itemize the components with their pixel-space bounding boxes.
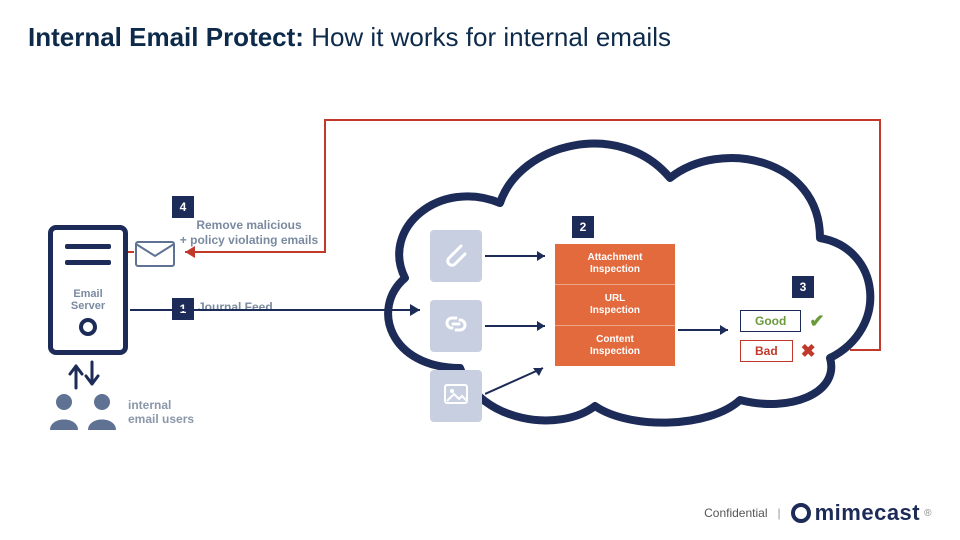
step-badge-2: 2 bbox=[572, 216, 594, 238]
envelope-icon bbox=[134, 238, 176, 273]
server-box: Email Server bbox=[48, 225, 128, 355]
content-inspection: Content Inspection bbox=[555, 326, 675, 366]
email-server: Email Server bbox=[48, 225, 128, 355]
image-icon bbox=[442, 380, 470, 413]
mimecast-logo: mimecast ® bbox=[791, 500, 932, 526]
server-line bbox=[65, 244, 111, 249]
divider: | bbox=[777, 506, 780, 520]
bad-label: Bad bbox=[740, 340, 793, 362]
user-icon bbox=[86, 392, 118, 452]
attachment-tile bbox=[430, 230, 482, 282]
arrow-att-to-insp-icon bbox=[485, 248, 555, 264]
chain-link-icon bbox=[442, 310, 470, 343]
arrow-url-to-insp-icon bbox=[485, 318, 555, 334]
users-label: internal email users bbox=[128, 398, 194, 427]
result-good: Good ✔ bbox=[740, 310, 824, 332]
image-tile bbox=[430, 370, 482, 422]
step-badge-3: 3 bbox=[792, 276, 814, 298]
server-label-2: Server bbox=[71, 300, 105, 312]
url-inspection: URL Inspection bbox=[555, 285, 675, 326]
step-badge-4: 4 bbox=[172, 196, 194, 218]
url-tile bbox=[430, 300, 482, 352]
slide: Internal Email Protect: How it works for… bbox=[0, 0, 960, 540]
remove-malicious-label: Remove malicious + policy violating emai… bbox=[174, 218, 324, 248]
logo-text: mimecast bbox=[815, 500, 921, 526]
server-line bbox=[65, 260, 111, 265]
arrow-img-to-insp-icon bbox=[485, 360, 555, 400]
server-indicator bbox=[79, 318, 97, 336]
registered-mark-icon: ® bbox=[924, 508, 932, 519]
logo-orb-icon bbox=[791, 503, 811, 523]
title-rest: How it works for internal emails bbox=[304, 22, 671, 52]
cross-icon: ✖ bbox=[801, 341, 816, 362]
internal-users-icon bbox=[48, 392, 138, 452]
footer: Confidential | mimecast ® bbox=[704, 500, 932, 526]
attachment-inspection: Attachment Inspection bbox=[555, 244, 675, 285]
good-label: Good bbox=[740, 310, 801, 332]
checkmark-icon: ✔ bbox=[809, 311, 824, 332]
user-icon bbox=[48, 392, 80, 452]
confidential-label: Confidential bbox=[704, 506, 767, 520]
arrow-insp-to-result-icon bbox=[678, 322, 738, 338]
server-label-1: Email bbox=[73, 288, 102, 300]
arrow-journal-to-cloud-icon bbox=[130, 300, 430, 320]
inspection-stack: Attachment Inspection URL Inspection Con… bbox=[555, 244, 675, 366]
slide-title: Internal Email Protect: How it works for… bbox=[28, 22, 671, 53]
title-bold: Internal Email Protect: bbox=[28, 22, 304, 52]
result-bad: Bad ✖ bbox=[740, 340, 816, 362]
server-label: Email Server bbox=[53, 288, 123, 312]
paperclip-icon bbox=[442, 240, 470, 273]
